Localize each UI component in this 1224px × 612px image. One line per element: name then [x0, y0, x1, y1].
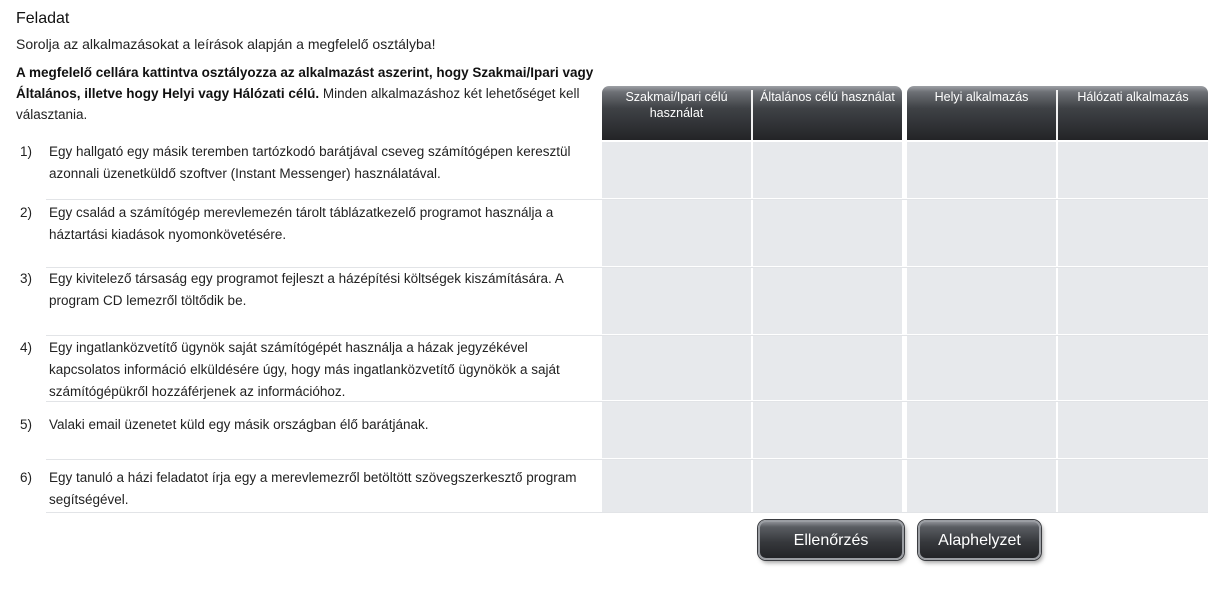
task-number: 2) — [20, 205, 33, 220]
cell-r1-network[interactable] — [1058, 142, 1208, 198]
cell-r1-general[interactable] — [753, 142, 902, 198]
task-subtitle: Sorolja az alkalmazásokat a leírások ala… — [16, 36, 436, 52]
col-header-professional: Szakmai/Ipari célú használat — [625, 90, 728, 120]
task-text: Egy kivitelező társaság egy programot fe… — [49, 271, 564, 308]
cell-r1-local[interactable] — [907, 142, 1056, 198]
col-header-network: Hálózati alkalmazás — [1077, 90, 1189, 104]
task-number: 5) — [20, 417, 33, 432]
task-text: Egy tanuló a házi feladatot írja egy a m… — [49, 470, 577, 507]
check-button[interactable]: Ellenőrzés — [758, 520, 904, 560]
cell-r5-general[interactable] — [753, 402, 902, 458]
cell-r1-professional[interactable] — [602, 142, 751, 198]
cell-r6-professional[interactable] — [602, 460, 751, 512]
cell-r4-general[interactable] — [753, 336, 902, 400]
instructions: A megfelelő cellára kattintva osztályozz… — [16, 62, 598, 125]
col-header-local: Helyi alkalmazás — [934, 90, 1029, 104]
cell-r2-general[interactable] — [753, 200, 902, 266]
cell-r4-network[interactable] — [1058, 336, 1208, 400]
cell-r2-local[interactable] — [907, 200, 1056, 266]
row-separator — [46, 199, 1208, 200]
task-number: 1) — [20, 144, 33, 159]
cell-r4-professional[interactable] — [602, 336, 751, 400]
task-number: 6) — [20, 470, 33, 485]
task-text: Egy család a számítógép merevlemezén tár… — [49, 205, 554, 242]
task-text: Egy ingatlanközvetítő ügynök saját számí… — [49, 340, 560, 399]
cell-r3-general[interactable] — [753, 268, 902, 334]
col-header-general: Általános célú használat — [760, 90, 895, 104]
header-group-location: Helyi alkalmazás Hálózati alkalmazás — [907, 86, 1208, 140]
cell-r3-network[interactable] — [1058, 268, 1208, 334]
header-group-usage: Szakmai/Ipari célú használat Általános c… — [602, 86, 902, 140]
row-separator — [46, 401, 1208, 402]
task-text: Egy hallgató egy másik teremben tartózko… — [49, 144, 571, 181]
row-separator — [46, 335, 1208, 336]
task-number: 4) — [20, 340, 33, 355]
cell-r5-local[interactable] — [907, 402, 1056, 458]
cell-r6-local[interactable] — [907, 460, 1056, 512]
cell-r2-professional[interactable] — [602, 200, 751, 266]
cell-r5-network[interactable] — [1058, 402, 1208, 458]
cell-r6-general[interactable] — [753, 460, 902, 512]
task-number: 3) — [20, 271, 33, 286]
cell-r6-network[interactable] — [1058, 460, 1208, 512]
cell-r3-local[interactable] — [907, 268, 1056, 334]
cell-r3-professional[interactable] — [602, 268, 751, 334]
cell-r2-network[interactable] — [1058, 200, 1208, 266]
row-separator — [46, 267, 1208, 268]
reset-button[interactable]: Alaphelyzet — [918, 520, 1041, 560]
task-text: Valaki email üzenetet küld egy másik ors… — [49, 417, 429, 432]
page-title: Feladat — [16, 10, 70, 27]
cell-r4-local[interactable] — [907, 336, 1056, 400]
cell-r5-professional[interactable] — [602, 402, 751, 458]
row-separator — [46, 512, 1208, 513]
row-separator — [46, 459, 1208, 460]
